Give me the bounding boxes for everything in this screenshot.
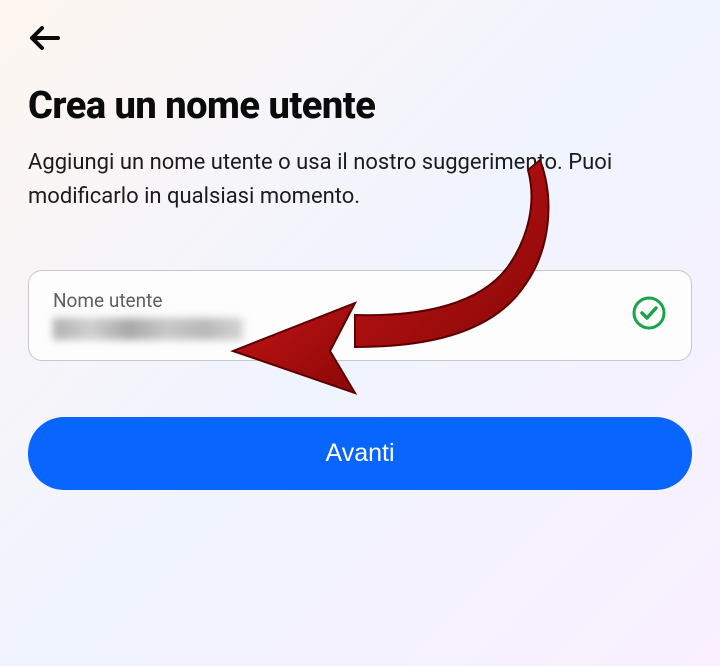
- page-subtitle: Aggiungi un nome utente o usa il nostro …: [28, 146, 692, 214]
- next-button[interactable]: Avanti: [28, 417, 692, 490]
- arrow-left-icon: [28, 24, 62, 52]
- validation-success-icon: [631, 295, 667, 335]
- back-button[interactable]: [28, 24, 62, 56]
- username-field-container[interactable]: Nome utente: [28, 270, 692, 361]
- username-label: Nome utente: [53, 289, 615, 312]
- username-value-blurred: [53, 318, 243, 340]
- page-title: Crea un nome utente: [28, 84, 692, 128]
- check-circle-icon: [631, 295, 667, 331]
